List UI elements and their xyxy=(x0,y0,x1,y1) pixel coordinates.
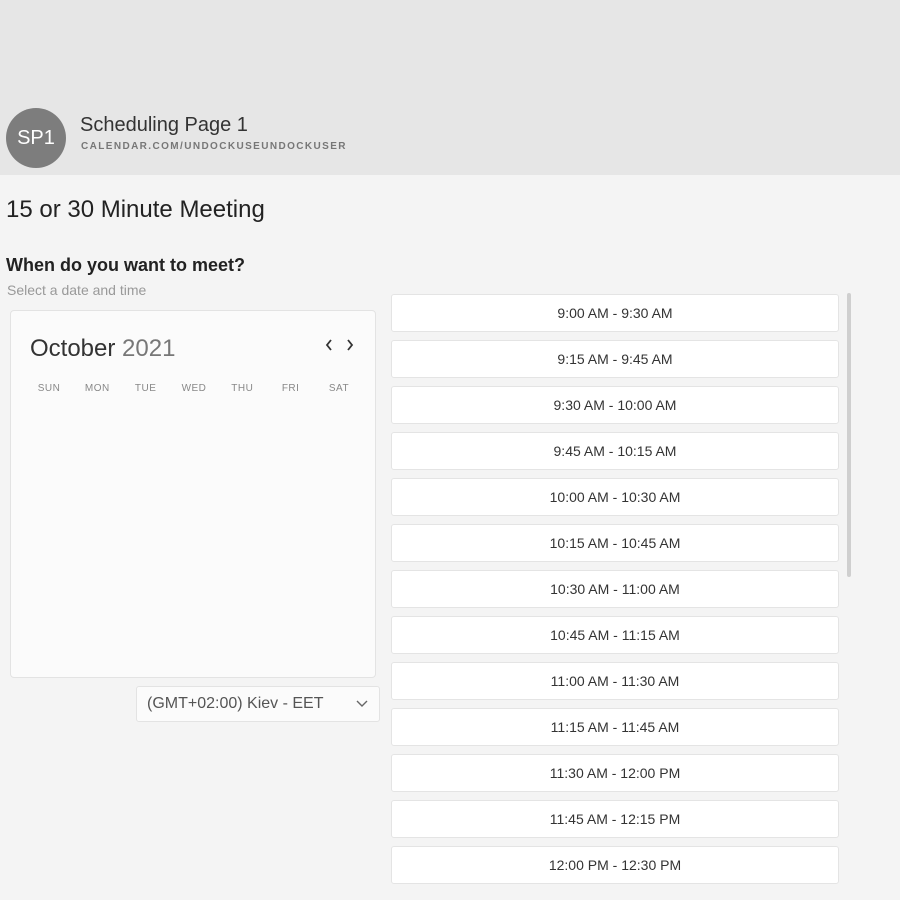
time-slot-button[interactable]: 10:15 AM - 10:45 AM xyxy=(391,524,839,562)
when-subtitle: Select a date and time xyxy=(7,282,147,298)
weekday-tue: TUE xyxy=(134,383,157,394)
time-slot-scrollbar[interactable] xyxy=(847,293,851,577)
timezone-value: (GMT+02:00) Kiev - EET xyxy=(147,695,324,712)
weekday-thu: THU xyxy=(231,383,254,394)
chevron-down-icon xyxy=(355,696,369,710)
timezone-select[interactable]: (GMT+02:00) Kiev - EET xyxy=(136,686,380,722)
meeting-title: 15 or 30 Minute Meeting xyxy=(6,196,265,223)
time-slot-button[interactable]: 9:45 AM - 10:15 AM xyxy=(391,432,839,470)
weekday-fri: FRI xyxy=(281,383,300,394)
when-heading: When do you want to meet? xyxy=(6,255,245,275)
weekday-header-row: SUN MON TUE WED THU FRI SAT xyxy=(29,383,359,394)
avatar-initials: SP1 xyxy=(17,126,55,149)
avatar: SP1 xyxy=(6,108,66,168)
weekday-wed: WED xyxy=(181,383,207,394)
calendar-card: October 2021 SUN MON TUE WED THU FRI SAT xyxy=(10,310,376,678)
scheduling-page-url[interactable]: CALENDAR.COM/UNDOCKUSEUNDOCKUSER xyxy=(81,141,347,152)
time-slot-button[interactable]: 9:15 AM - 9:45 AM xyxy=(391,340,839,378)
scheduling-page-name: Scheduling Page 1 xyxy=(80,114,248,136)
time-slot-button[interactable]: 12:00 PM - 12:30 PM xyxy=(391,846,839,884)
chevron-left-icon[interactable] xyxy=(321,335,337,355)
time-slot-button[interactable]: 10:00 AM - 10:30 AM xyxy=(391,478,839,516)
time-slot-button[interactable]: 9:30 AM - 10:00 AM xyxy=(391,386,839,424)
weekday-sat: SAT xyxy=(328,383,350,394)
calendar-month-year: October 2021 xyxy=(30,335,175,363)
time-slot-list: 9:00 AM - 9:30 AM 9:15 AM - 9:45 AM 9:30… xyxy=(391,294,839,892)
time-slot-button[interactable]: 10:45 AM - 11:15 AM xyxy=(391,616,839,654)
time-slot-button[interactable]: 11:00 AM - 11:30 AM xyxy=(391,662,839,700)
chevron-right-icon[interactable] xyxy=(342,335,358,355)
calendar-month: October xyxy=(30,335,116,362)
time-slot-button[interactable]: 10:30 AM - 11:00 AM xyxy=(391,570,839,608)
time-slot-button[interactable]: 9:00 AM - 9:30 AM xyxy=(391,294,839,332)
time-slot-button[interactable]: 11:45 AM - 12:15 PM xyxy=(391,800,839,838)
weekday-mon: MON xyxy=(84,383,110,394)
calendar-year: 2021 xyxy=(122,335,176,362)
time-slot-button[interactable]: 11:15 AM - 11:45 AM xyxy=(391,708,839,746)
time-slot-button[interactable]: 11:30 AM - 12:00 PM xyxy=(391,754,839,792)
weekday-sun: SUN xyxy=(37,383,61,394)
